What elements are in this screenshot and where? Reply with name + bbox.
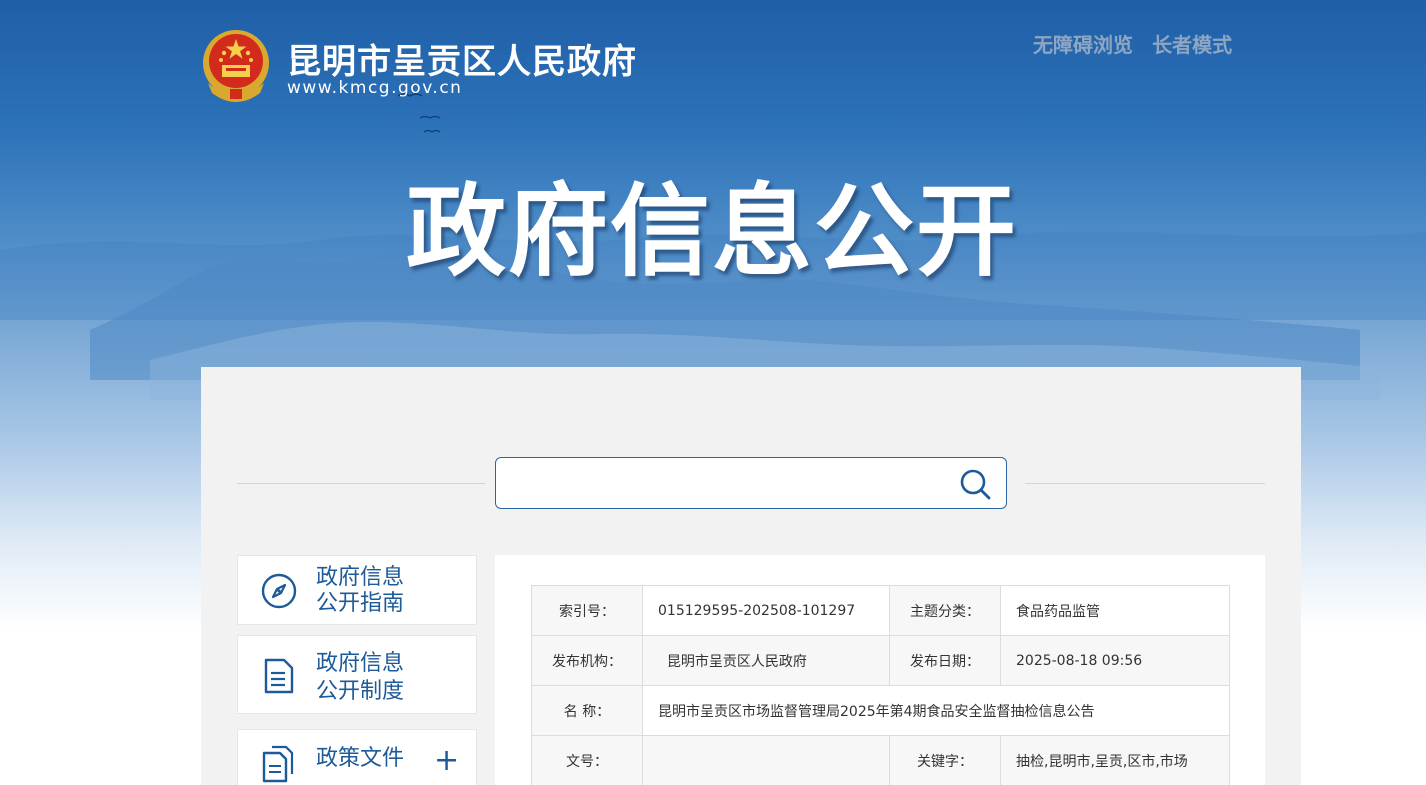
title-value: 昆明市呈贡区市场监督管理局2025年第4期食品安全监督抽检信息公告 <box>642 685 1230 736</box>
hero-title: 政府信息公开 <box>406 173 1018 290</box>
keywords-label: 关键字： <box>889 735 1001 785</box>
accessibility-link[interactable]: 无障碍浏览 <box>1033 33 1133 57</box>
index-value: 015129595-202508-101297 <box>642 585 890 636</box>
top-links: 无障碍浏览 长者模式 <box>1033 29 1246 58</box>
topic-label: 主题分类： <box>889 585 1001 636</box>
search-divider-right <box>1025 483 1265 484</box>
info-card: 索引号： 015129595-202508-101297 主题分类： 食品药品监… <box>495 555 1265 785</box>
elderly-mode-link[interactable]: 长者模式 <box>1152 33 1232 57</box>
compass-icon <box>261 573 297 609</box>
sidebar-item-system[interactable]: 政府信息 公开制度 <box>237 635 477 714</box>
search-box <box>495 457 1007 509</box>
doc-number-value <box>642 735 890 785</box>
sidebar-item-label: 公开制度 <box>316 679 405 704</box>
sidebar-item-label: 政府信息 <box>316 651 405 676</box>
title-label: 名 称： <box>531 685 643 736</box>
table-row: 名 称： 昆明市呈贡区市场监督管理局2025年第4期食品安全监督抽检信息公告 <box>531 685 1230 736</box>
publish-date-label: 发布日期： <box>889 635 1001 686</box>
sidebar-item-label: 公开指南 <box>316 591 405 616</box>
sidebar-item-policy[interactable]: 政策文件 + <box>237 729 477 785</box>
publisher-label: 发布机构： <box>531 635 643 686</box>
search-divider-left <box>237 483 485 484</box>
publisher-value: 昆明市呈贡区人民政府 <box>642 635 890 686</box>
sidebar-item-label: 政府信息 <box>316 565 405 590</box>
meta-table: 索引号： 015129595-202508-101297 主题分类： 食品药品监… <box>531 585 1230 785</box>
table-row: 文号： 关键字： 抽检,昆明市,呈贡,区市,市场 <box>531 735 1230 785</box>
national-emblem-icon <box>203 30 269 102</box>
table-row: 发布机构： 昆明市呈贡区人民政府 发布日期： 2025-08-18 09:56 <box>531 635 1230 686</box>
document-icon <box>264 658 294 694</box>
index-label: 索引号： <box>531 585 643 636</box>
expand-plus-icon[interactable]: + <box>434 746 459 776</box>
sidebar-item-guide[interactable]: 政府信息 公开指南 <box>237 555 477 625</box>
doc-number-label: 文号： <box>531 735 643 785</box>
search-icon[interactable] <box>958 467 992 501</box>
keywords-value: 抽检,昆明市,呈贡,区市,市场 <box>1000 735 1230 785</box>
site-url: www.kmcg.gov.cn <box>287 78 463 98</box>
site-name: 昆明市呈贡区人民政府 <box>287 42 637 82</box>
content-panel: 政府信息 公开指南 政府信息 公开制度 政策文件 + 索引号： 01512959… <box>201 367 1301 785</box>
table-row: 索引号： 015129595-202508-101297 主题分类： 食品药品监… <box>531 585 1230 636</box>
sidebar-item-label: 政策文件 <box>316 746 405 771</box>
topic-value: 食品药品监管 <box>1000 585 1230 636</box>
publish-date-value: 2025-08-18 09:56 <box>1000 635 1230 686</box>
search-input[interactable] <box>510 468 944 500</box>
files-icon <box>262 745 294 783</box>
